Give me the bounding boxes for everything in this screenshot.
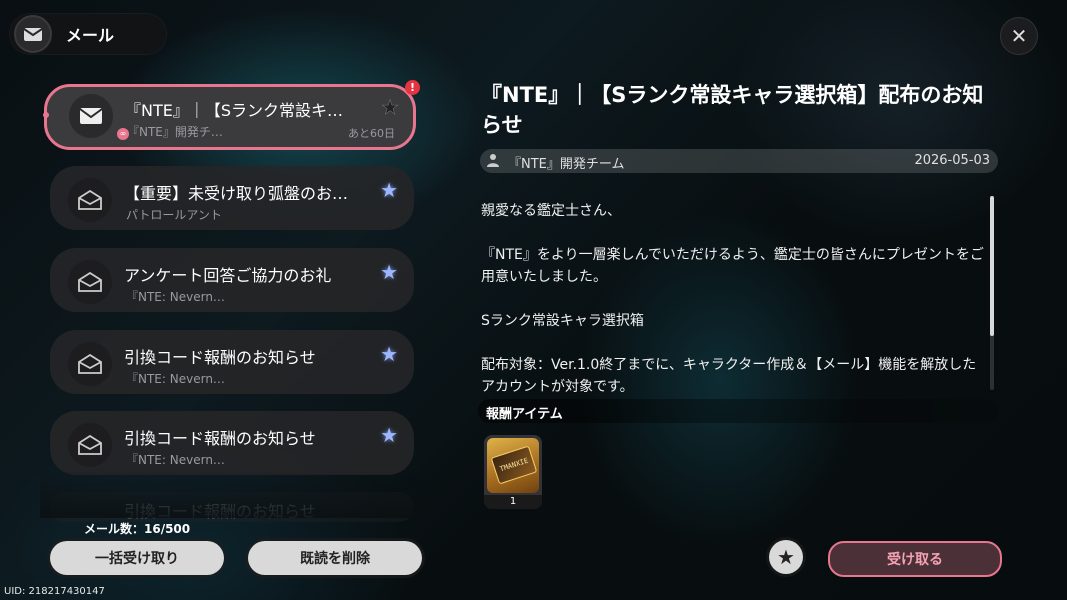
close-icon: ✕ — [1010, 24, 1028, 48]
star-icon: ★ — [777, 545, 795, 569]
closed-envelope-icon: ∞ — [69, 94, 129, 140]
mail-list-item[interactable]: 【重要】未受け取り弧盤のお… パトロールアント ★ — [50, 166, 414, 230]
favorite-star-icon[interactable]: ★ — [380, 178, 398, 202]
body-paragraph: 配布対象：Ver.1.0終了までに、キャラクター作成＆【メール】機能を解放したア… — [481, 357, 977, 395]
favorite-star-icon[interactable]: ★ — [381, 95, 399, 120]
mail-title: 引換コード報酬のお知らせ — [124, 429, 316, 448]
body-paragraph: Sランク常設キャラ選択箱 — [481, 313, 644, 329]
mail-detail-sender: 『NTE』開発チーム — [508, 157, 625, 172]
mail-title: アンケート回答ご協力のお礼 — [124, 266, 332, 285]
mail-meta-bar: 『NTE』開発チーム 2026-05-03 — [480, 149, 998, 173]
open-envelope-icon — [68, 423, 112, 467]
mail-body: 親愛なる鑑定士さん、 『NTE』をより一層楽しんでいただけるよう、鑑定士の皆さん… — [481, 200, 987, 420]
mail-sender: 『NTE: Nevern… — [126, 372, 225, 386]
mail-header: メール — [10, 14, 166, 54]
reward-item[interactable]: TMANXIE 1 — [484, 435, 542, 509]
person-icon — [486, 153, 500, 171]
open-envelope-icon — [68, 342, 112, 386]
alert-badge: ! — [405, 80, 420, 95]
mail-list-item[interactable]: アンケート回答ご協力のお礼 『NTE: Nevern… ★ — [50, 248, 414, 312]
favorite-star-icon[interactable]: ★ — [380, 423, 398, 447]
body-paragraph: 親愛なる鑑定士さん、 — [481, 203, 621, 219]
list-fade — [40, 470, 430, 518]
mail-sender: 『NTE』開発チ… — [127, 125, 223, 139]
page-title: メール — [66, 26, 115, 45]
mail-expiry: あと60日 — [348, 127, 395, 140]
item-card-text: TMANXIE — [490, 445, 538, 485]
claim-all-button[interactable]: 一括受け取り — [50, 541, 224, 575]
user-id: UID: 218217430147 — [4, 586, 105, 597]
mail-detail-title: 『NTE』｜【Sランク常設キャラ選択箱】配布のお知らせ — [481, 83, 984, 137]
delete-read-button[interactable]: 既読を削除 — [248, 541, 422, 575]
mail-list-item-selected[interactable]: ∞ 『NTE』｜【Sランク常設キ… 『NTE』開発チ… ★ あと60日 ! — [43, 80, 420, 150]
mail-sender: 『NTE: Nevern… — [126, 453, 225, 467]
mail-list-item[interactable]: 引換コード報酬のお知らせ 『NTE: Nevern… ★ — [50, 411, 414, 475]
mail-list-item[interactable]: 引換コード報酬のお知らせ 『NTE: Nevern… ★ — [50, 330, 414, 394]
reward-quantity: 1 — [484, 495, 542, 509]
reward-header: 報酬アイテム — [478, 399, 998, 423]
open-envelope-icon — [68, 260, 112, 304]
selected-indicator — [43, 112, 49, 118]
favorite-star-icon[interactable]: ★ — [380, 260, 398, 284]
reward-label: 報酬アイテム — [486, 407, 563, 422]
envelope-icon — [14, 15, 52, 53]
mail-title: 【重要】未受け取り弧盤のお… — [124, 184, 349, 203]
mail-sender: パトロールアント — [126, 208, 222, 222]
open-envelope-icon — [68, 178, 112, 222]
mail-title: 引換コード報酬のお知らせ — [124, 348, 316, 367]
selection-box-item-icon: TMANXIE — [487, 438, 539, 493]
favorite-star-icon[interactable]: ★ — [380, 342, 398, 366]
close-button[interactable]: ✕ — [1000, 17, 1038, 55]
body-scrollbar[interactable] — [990, 196, 994, 336]
receive-button[interactable]: 受け取る — [828, 541, 1002, 577]
mail-count: メール数：16/500 — [84, 522, 191, 536]
body-paragraph: 『NTE』をより一層楽しんでいただけるよう、鑑定士の皆さんにプレゼントをご用意い… — [481, 247, 984, 285]
mail-detail-date: 2026-05-03 — [914, 153, 990, 168]
mail-title: 『NTE』｜【Sランク常設キ… — [125, 101, 344, 120]
favorite-button[interactable]: ★ — [769, 540, 803, 574]
mail-sender: 『NTE: Nevern… — [126, 290, 225, 304]
